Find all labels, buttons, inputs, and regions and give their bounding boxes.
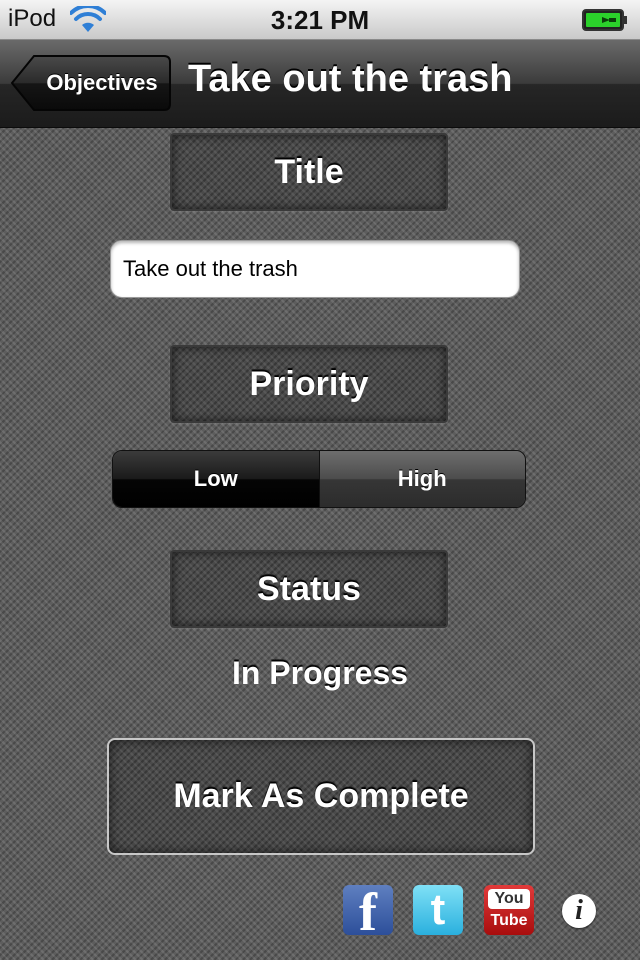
navigation-bar: Objectives Take out the trash — [0, 40, 640, 128]
twitter-icon[interactable]: t — [413, 885, 463, 935]
battery-charging-icon — [582, 9, 627, 31]
back-button[interactable]: Objectives — [10, 54, 172, 112]
title-input[interactable] — [110, 240, 520, 298]
info-icon[interactable]: i — [562, 894, 596, 928]
facebook-icon[interactable]: f — [343, 885, 393, 935]
youtube-icon[interactable]: You Tube — [484, 885, 534, 935]
twitter-glyph: t — [430, 885, 446, 934]
priority-high-segment[interactable]: High — [318, 451, 525, 507]
page-title: Take out the trash — [188, 58, 513, 100]
priority-low-segment[interactable]: Low — [113, 451, 319, 507]
facebook-glyph: f — [359, 885, 377, 935]
status-value: In Progress — [231, 655, 409, 691]
mark-as-complete-button[interactable]: Mark As Complete — [107, 738, 535, 855]
youtube-glyph-top: You — [488, 889, 530, 909]
priority-section-header: Priority — [170, 345, 448, 423]
status-section-header: Status — [170, 550, 448, 628]
title-section-header: Title — [170, 133, 448, 211]
status-bar: iPod 3:21 PM — [0, 0, 640, 40]
clock-label: 3:21 PM — [270, 5, 370, 35]
back-button-label: Objectives — [46, 70, 158, 95]
youtube-glyph-bottom: Tube — [490, 912, 528, 929]
priority-segmented-control: Low High — [112, 450, 526, 508]
